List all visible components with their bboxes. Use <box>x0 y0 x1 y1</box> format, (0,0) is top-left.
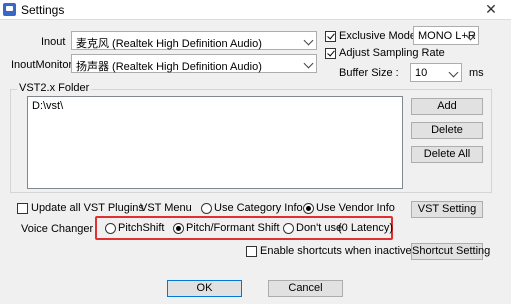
delete-all-button[interactable]: Delete All <box>411 146 483 163</box>
use-vendor-radio[interactable] <box>303 203 314 214</box>
buffer-size-label: Buffer Size : <box>339 67 399 79</box>
title-bar: Settings ✕ <box>0 0 511 20</box>
input-device-value: 麦克风 (Realtek High Definition Audio) <box>76 38 262 50</box>
close-icon: ✕ <box>485 1 497 17</box>
latency-note: (0 Latency) <box>338 222 394 234</box>
voice-changer-label: Voice Changer <box>21 223 94 235</box>
close-button[interactable]: ✕ <box>471 0 511 19</box>
dont-use-label: Don't use <box>296 222 343 234</box>
use-category-radio[interactable] <box>201 203 212 214</box>
pitchshift-label: PitchShift <box>118 222 165 234</box>
monitor-device-select[interactable]: 扬声器 (Realtek High Definition Audio) <box>71 54 317 73</box>
use-vendor-label: Use Vendor Info <box>316 202 395 214</box>
vst-setting-button[interactable]: VST Setting <box>411 201 483 218</box>
window-title: Settings <box>21 3 65 17</box>
vst-folder-list[interactable]: D:\vst\ <box>27 96 403 189</box>
buffer-unit: ms <box>469 67 484 79</box>
app-icon <box>3 3 16 16</box>
buffer-size-value: 10 <box>415 67 428 79</box>
formant-shift-radio[interactable] <box>173 223 184 234</box>
input-label: Inout <box>41 36 66 48</box>
update-all-vst-label: Update all VST Plugins <box>31 202 144 214</box>
adjust-sampling-label: Adjust Sampling Rate <box>339 47 445 59</box>
exclusive-mode-checkbox[interactable] <box>325 31 336 42</box>
update-all-vst-checkbox[interactable] <box>17 203 28 214</box>
use-category-label: Use Category Info <box>214 202 303 214</box>
add-folder-button[interactable]: Add <box>411 98 483 115</box>
settings-window: Settings ✕ Inout 麦克风 (Realtek High Defin… <box>0 0 511 304</box>
exclusive-mode-label: Exclusive Mode <box>339 30 417 42</box>
list-item[interactable]: D:\vst\ <box>32 100 63 112</box>
enable-shortcuts-label: Enable shortcuts when inactive <box>260 245 412 257</box>
cancel-button[interactable]: Cancel <box>268 280 343 297</box>
pitchshift-radio[interactable] <box>105 223 116 234</box>
delete-folder-button[interactable]: Delete <box>411 122 483 139</box>
shortcut-setting-button[interactable]: Shortcut Setting <box>411 243 490 260</box>
dont-use-radio[interactable] <box>283 223 294 234</box>
vst-menu-label: VST Menu <box>140 202 192 214</box>
adjust-sampling-checkbox[interactable] <box>325 48 336 59</box>
input-device-select[interactable]: 麦克风 (Realtek High Definition Audio) <box>71 31 317 50</box>
buffer-size-select[interactable]: 10 <box>410 63 462 82</box>
monitor-label: InoutMonitor <box>11 59 73 71</box>
channel-select[interactable]: MONO L+R <box>413 26 479 45</box>
enable-shortcuts-checkbox[interactable] <box>246 246 257 257</box>
chevron-down-icon <box>448 67 459 78</box>
monitor-device-value: 扬声器 (Realtek High Definition Audio) <box>76 61 262 73</box>
chevron-down-icon <box>303 58 314 69</box>
ok-button[interactable]: OK <box>167 280 242 297</box>
chevron-down-icon <box>303 35 314 46</box>
vst-folder-title: VST2.x Folder <box>17 82 92 94</box>
formant-shift-label: Pitch/Formant Shift <box>186 222 280 234</box>
